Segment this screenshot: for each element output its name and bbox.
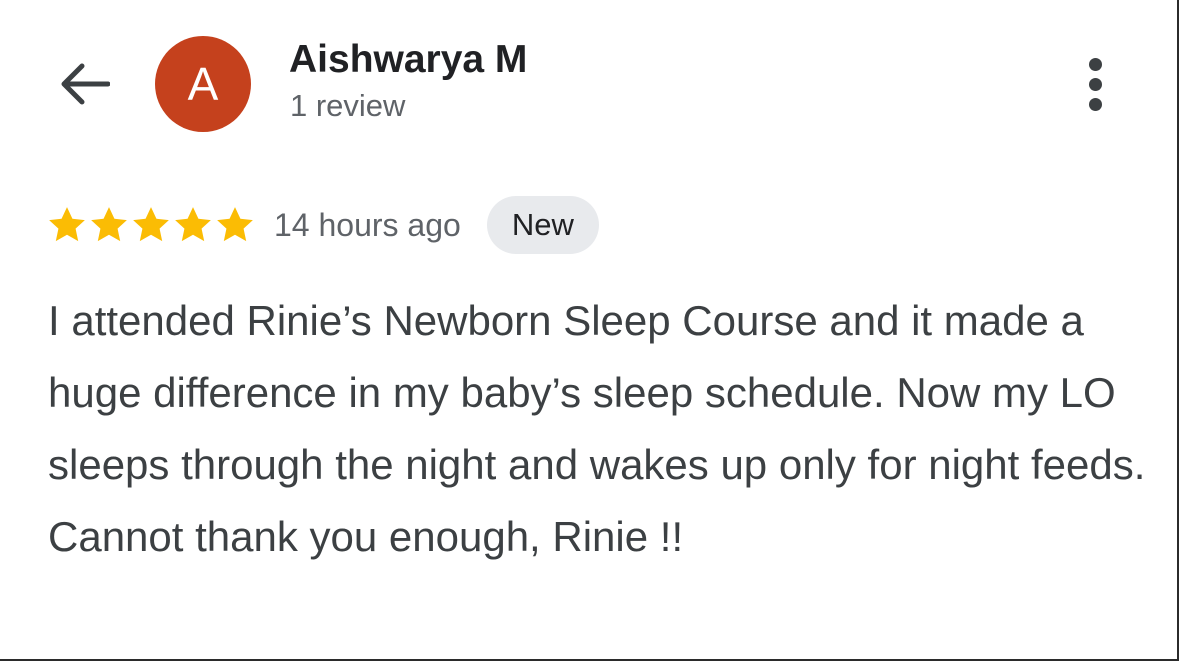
more-vert-icon — [1088, 57, 1102, 71]
review-card: A Aishwarya M 1 review 14 hours ago New … — [0, 0, 1179, 661]
star-icon — [133, 207, 169, 242]
star-icon — [91, 207, 127, 242]
rating-row: 14 hours ago New — [46, 196, 599, 254]
avatar[interactable]: A — [155, 36, 251, 132]
author-name[interactable]: Aishwarya M — [289, 38, 527, 82]
arrow-left-icon — [61, 63, 110, 105]
more-vert-icon-dot — [1088, 77, 1102, 91]
review-time: 14 hours ago — [274, 206, 461, 243]
star-icon — [217, 207, 253, 242]
star-icon — [49, 207, 85, 242]
review-text: I attended Rinie’s Newborn Sleep Course … — [48, 297, 1146, 560]
star-rating — [46, 204, 256, 246]
new-badge: New — [486, 196, 599, 254]
avatar-letter: A — [187, 58, 219, 110]
back-button[interactable] — [52, 52, 116, 116]
star-icon — [175, 207, 211, 242]
more-vert-icon-dot — [1088, 97, 1102, 111]
review-count[interactable]: 1 review — [290, 88, 405, 124]
more-options-button[interactable] — [1070, 52, 1120, 116]
